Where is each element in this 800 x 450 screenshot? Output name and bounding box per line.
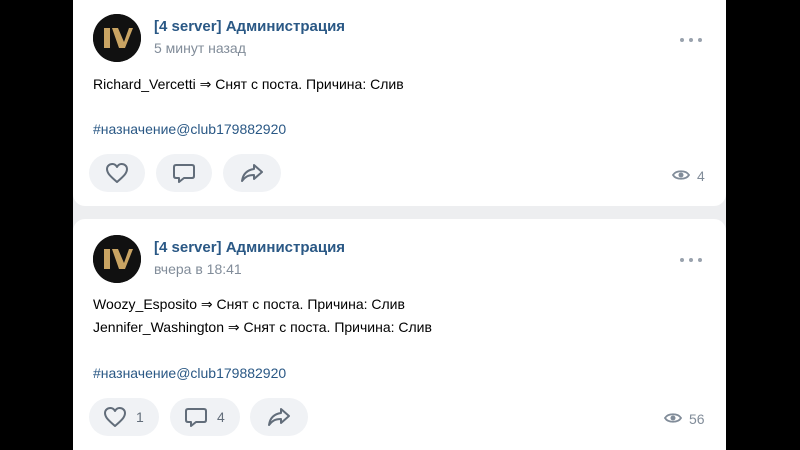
post-time[interactable]: 5 минут назад: [154, 40, 246, 56]
avatar[interactable]: [93, 14, 141, 62]
post-hashtag[interactable]: #назначение@club179882920: [93, 365, 286, 381]
like-button[interactable]: 1: [89, 398, 159, 436]
like-count: 1: [136, 409, 144, 425]
like-button[interactable]: [89, 154, 145, 192]
eye-icon: [664, 413, 682, 423]
share-arrow-icon: [241, 164, 263, 182]
comment-button[interactable]: [156, 154, 212, 192]
more-dots-icon[interactable]: [680, 252, 702, 268]
heart-icon: [104, 407, 126, 427]
post-text-line: Woozy_Esposito ⇒ Снят с поста. Причина: …: [93, 296, 405, 312]
more-dots-icon[interactable]: [680, 32, 702, 48]
post-hashtag[interactable]: #назначение@club179882920: [93, 121, 286, 137]
post-time[interactable]: вчера в 18:41: [154, 261, 242, 277]
views-counter: 56: [664, 409, 706, 429]
group-logo-v-icon: [93, 235, 141, 283]
wall-post: [4 server] Администрация 5 минут назад R…: [73, 0, 726, 206]
views-count: 56: [689, 411, 705, 427]
share-arrow-icon: [268, 408, 290, 426]
avatar[interactable]: [93, 235, 141, 283]
share-button[interactable]: [250, 398, 308, 436]
post-text-line: Jennifer_Washington ⇒ Снят с поста. Прич…: [93, 319, 432, 335]
wall-post: [4 server] Администрация вчера в 18:41 W…: [73, 219, 726, 450]
comment-count: 4: [217, 409, 225, 425]
heart-icon: [106, 163, 128, 183]
comment-bubble-icon: [173, 164, 195, 183]
share-button[interactable]: [223, 154, 281, 192]
post-text-line: Richard_Vercetti ⇒ Снят с поста. Причина…: [93, 76, 404, 92]
views-count: 4: [697, 168, 705, 184]
views-counter: 4: [672, 166, 706, 186]
news-feed: [4 server] Администрация 5 минут назад R…: [73, 0, 726, 450]
comment-bubble-icon: [185, 408, 207, 427]
eye-icon: [672, 170, 690, 180]
post-author[interactable]: [4 server] Администрация: [154, 18, 345, 35]
post-author[interactable]: [4 server] Администрация: [154, 239, 345, 256]
comment-button[interactable]: 4: [170, 398, 240, 436]
group-logo-v-icon: [93, 14, 141, 62]
